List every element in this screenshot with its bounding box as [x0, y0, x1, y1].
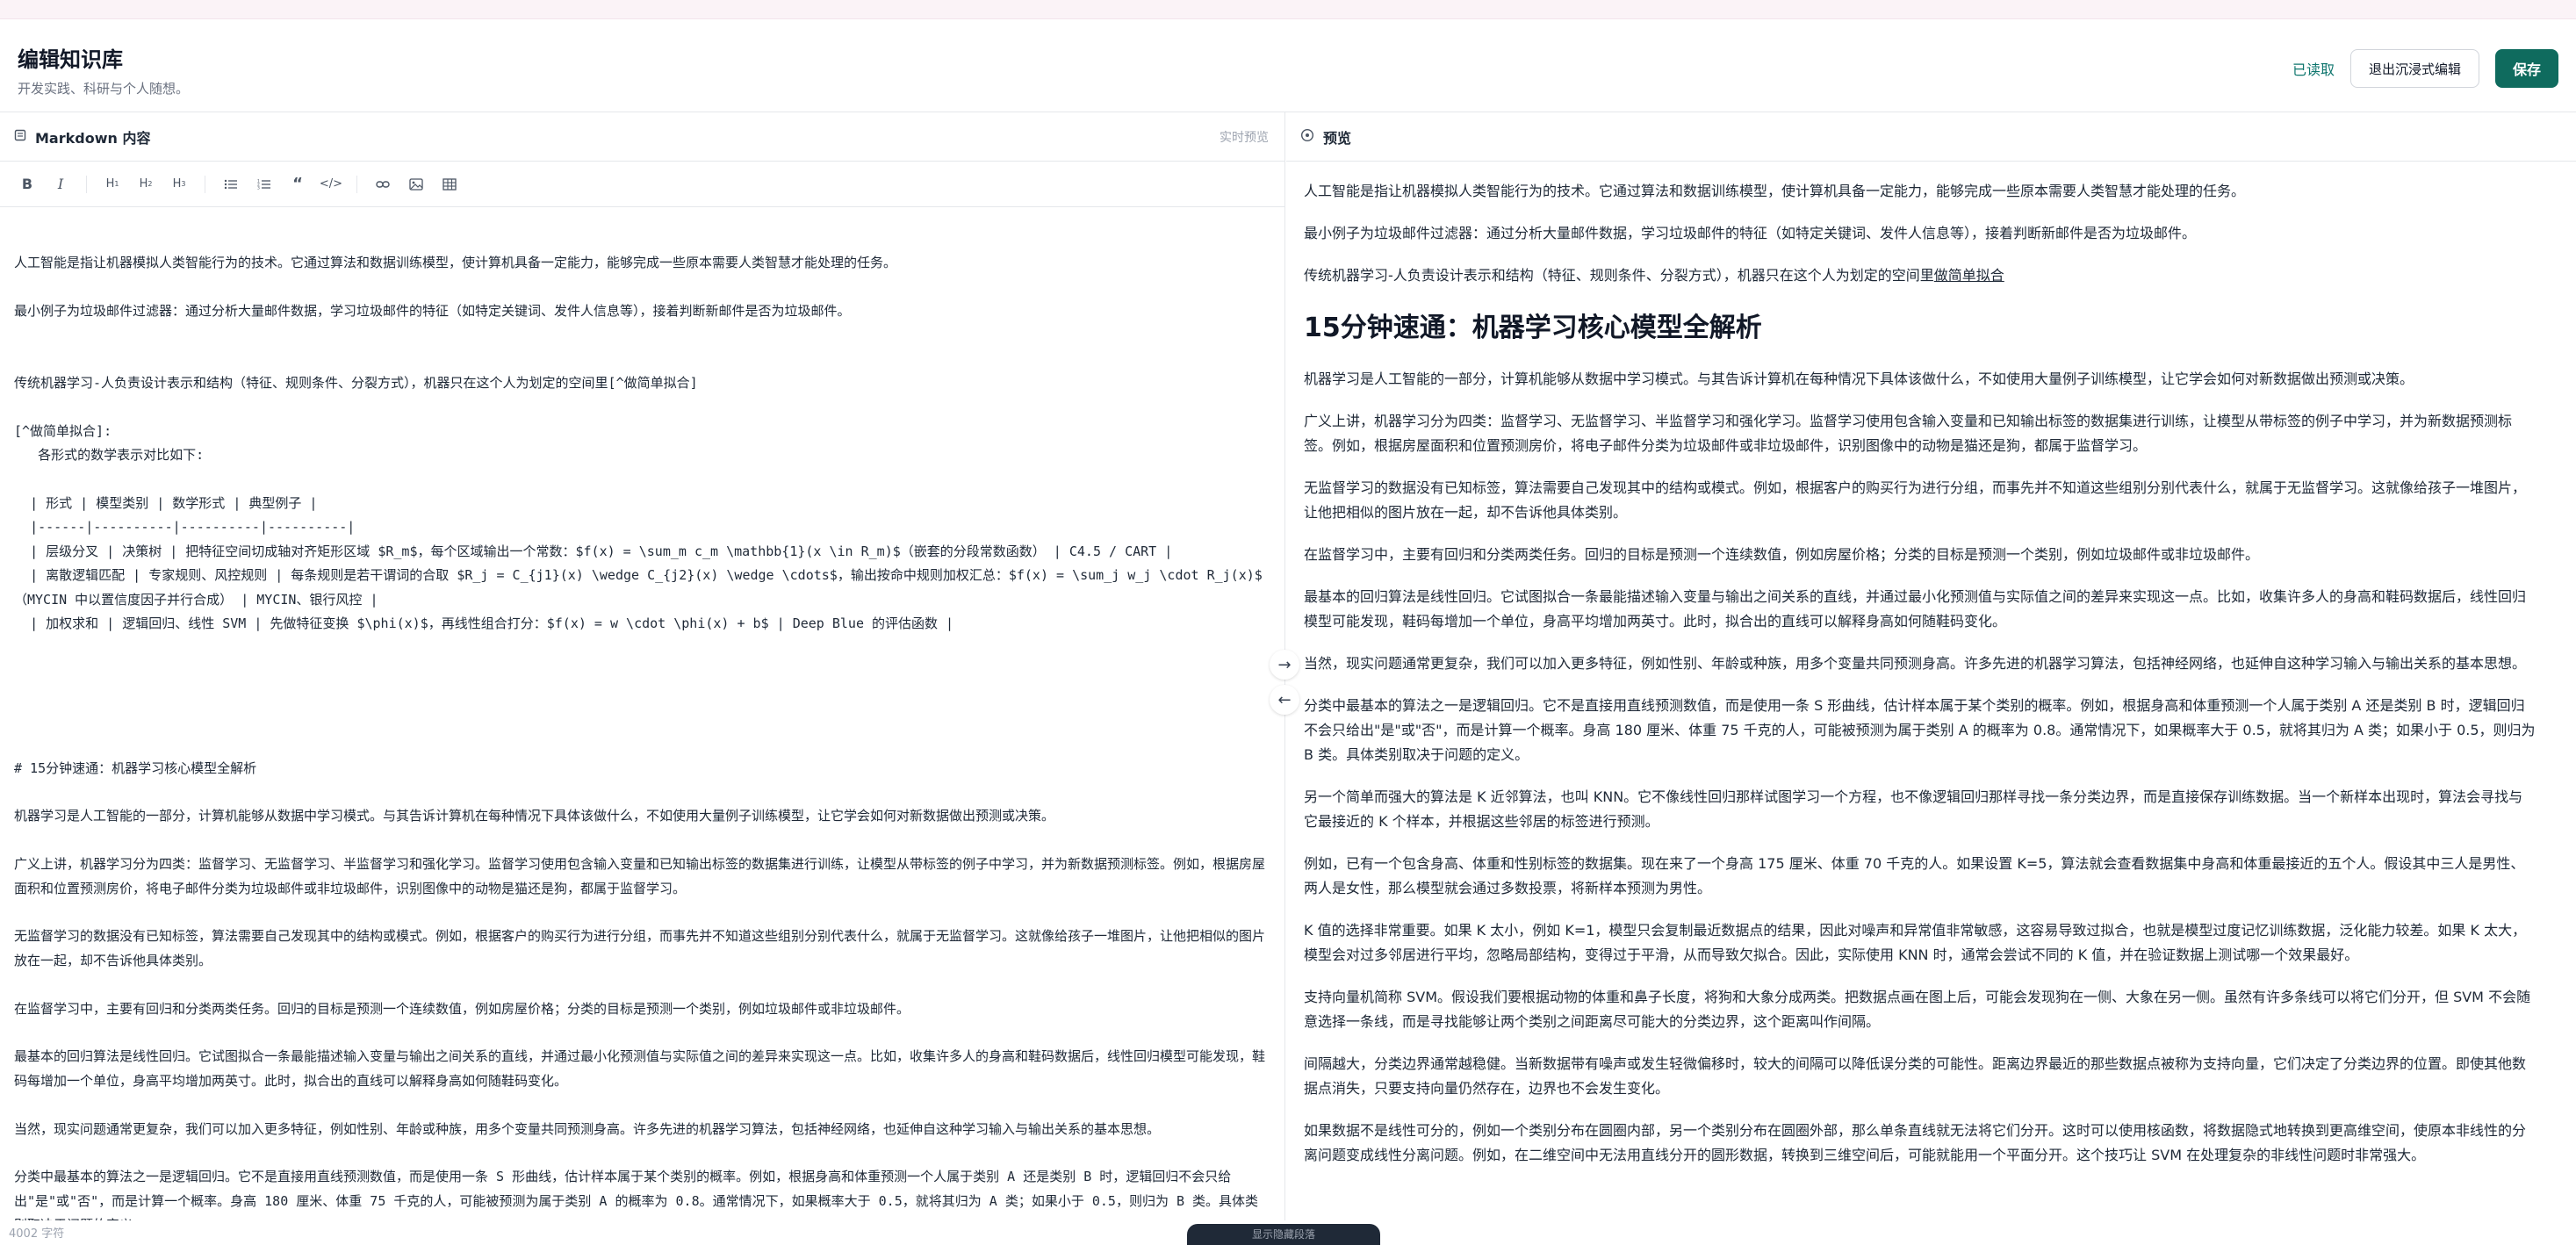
editor-panel-title: Markdown 内容: [35, 129, 151, 147]
preview-paragraph: 在监督学习中，主要有回归和分类两类任务。回归的目标是预测一个连续数值，例如房屋价…: [1304, 546, 2260, 563]
preview-paragraph: 分类中最基本的算法之一是逻辑回归。它不是直接用直线预测数值，而是使用一条 S 形…: [1304, 697, 2536, 763]
link-icon[interactable]: [368, 169, 398, 199]
top-strip: [0, 0, 2576, 19]
exit-immersive-button[interactable]: 退出沉浸式编辑: [2349, 49, 2479, 88]
preview-paragraph: 例如，已有一个包含身高、体重和性别标签的数据集。现在来了一个身高 175 厘米、…: [1304, 855, 2525, 896]
toolbar-divider: [86, 175, 87, 193]
char-count: 4002 字符: [0, 1220, 1285, 1241]
preview-panel-title: 预览: [1323, 129, 1352, 147]
preview-paragraph: 如果数据不是线性可分的，例如一个类别分布在圆圈内部，另一个类别分布在圆圈外部，那…: [1304, 1122, 2527, 1163]
image-icon[interactable]: [401, 169, 431, 199]
preview-paragraph: 间隔越大，分类边界通常越稳健。当新数据带有噪声或发生轻微偏移时，较大的间隔可以降…: [1304, 1055, 2527, 1097]
preview-paragraph: 最基本的回归算法是线性回归。它试图拟合一条最能描述输入变量与输出之间关系的直线，…: [1304, 588, 2527, 630]
status-label[interactable]: 已读取: [2292, 58, 2335, 79]
trad-text: 传统机器学习-人负责设计表示和结构（特征、规则条件、分裂方式），机器只在这个人为…: [1304, 267, 1934, 284]
page-subtitle: 开发实践、科研与个人随想。: [18, 81, 190, 97]
ordered-list-icon[interactable]: 123: [249, 169, 279, 199]
heading1-button[interactable]: H1: [97, 169, 127, 199]
arrow-left-icon[interactable]: ←: [1270, 685, 1299, 715]
preview-paragraph: 最小例子为垃圾邮件过滤器：通过分析大量邮件数据，学习垃圾邮件的特征（如特定关键词…: [1304, 225, 2197, 241]
preview-paragraph: 机器学习是人工智能的一部分，计算机能够从数据中学习模式。与其告诉计算机在每种情况…: [1304, 371, 2414, 387]
preview-heading: 15分钟速通：机器学习核心模型全解析: [1304, 313, 1762, 343]
code-icon[interactable]: </>: [316, 169, 346, 199]
italic-button[interactable]: I: [46, 169, 76, 199]
heading3-button[interactable]: H3: [164, 169, 194, 199]
preview-paragraphs: 机器学习是人工智能的一部分，计算机能够从数据中学习模式。与其告诉计算机在每种情况…: [1304, 367, 2536, 1168]
toolbar-divider: [356, 175, 357, 193]
sync-scroll-controls: → ←: [1270, 650, 1299, 715]
preview-paragraph: K 值的选择非常重要。如果 K 太小，例如 K=1，模型只会复制最近数据点的结果…: [1304, 922, 2527, 963]
preview-paragraph: 无监督学习的数据没有已知标签，算法需要自己发现其中的结构或模式。例如，根据客户的…: [1304, 479, 2527, 521]
markdown-textarea[interactable]: 人工智能是指让机器模拟人类智能行为的技术。它通过算法和数据训练模型，使计算机具备…: [0, 207, 1285, 1231]
page-title: 编辑知识库: [18, 47, 123, 72]
editor-panel-header: Markdown 内容 实时预览: [0, 112, 1284, 162]
bullet-list-icon[interactable]: [216, 169, 246, 199]
preview-panel: 预览 人工智能是指让机器模拟人类智能行为的技术。它通过算法和数据训练模型，使计算…: [1286, 112, 2576, 1241]
bottom-pill[interactable]: 显示隐藏段落: [1187, 1224, 1380, 1245]
footnote-link[interactable]: 做简单拟合: [1934, 267, 2004, 284]
svg-text:3: 3: [257, 185, 260, 191]
save-button[interactable]: 保存: [2494, 49, 2558, 88]
eye-icon: [1300, 128, 1314, 146]
table-icon[interactable]: [435, 169, 464, 199]
preview-panel-header: 预览: [1286, 112, 2576, 162]
preview-paragraph: 另一个简单而强大的算法是 K 近邻算法，也叫 KNN。它不像线性回归那样试图学习…: [1304, 788, 2523, 830]
quote-icon[interactable]: “: [283, 169, 313, 199]
preview-paragraph: 支持向量机简称 SVM。假设我们要根据动物的体重和鼻子长度，将狗和大象分成两类。…: [1304, 989, 2531, 1030]
editor-toolbar: B I H1 H2 H3 123 “ </>: [0, 162, 1284, 207]
live-preview-hint: 实时预览: [1220, 130, 1269, 145]
preview-paragraph: 广义上讲，机器学习分为四类：监督学习、无监督学习、半监督学习和强化学习。监督学习…: [1304, 413, 2513, 454]
heading2-button[interactable]: H2: [131, 169, 161, 199]
preview-content: 人工智能是指让机器模拟人类智能行为的技术。它通过算法和数据训练模型，使计算机具备…: [1286, 162, 2576, 1241]
document-icon: [14, 128, 26, 145]
preview-paragraph: 当然，现实问题通常更复杂，我们可以加入更多特征，例如性别、年龄或种族，用多个变量…: [1304, 655, 2527, 672]
page-header: 编辑知识库 开发实践、科研与个人随想。 已读取 退出沉浸式编辑 保存: [0, 19, 2576, 112]
header-actions: 已读取 退出沉浸式编辑 保存: [2292, 49, 2558, 88]
arrow-right-icon[interactable]: →: [1270, 650, 1299, 680]
preview-paragraph: 传统机器学习-人负责设计表示和结构（特征、规则条件、分裂方式），机器只在这个人为…: [1304, 263, 2536, 288]
preview-paragraph: 人工智能是指让机器模拟人类智能行为的技术。它通过算法和数据训练模型，使计算机具备…: [1304, 183, 2246, 199]
markdown-editor-panel: Markdown 内容 实时预览 B I H1 H2 H3 123 “ </> …: [0, 112, 1285, 1241]
bold-button[interactable]: B: [12, 169, 42, 199]
